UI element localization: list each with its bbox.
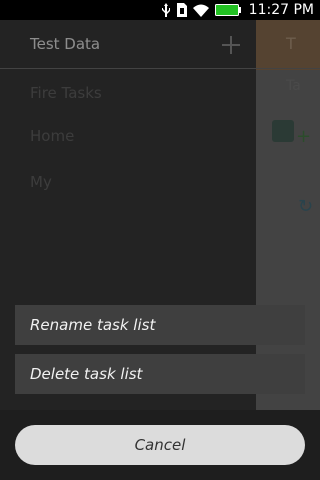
wifi-icon xyxy=(192,4,209,17)
cancel-area: Cancel xyxy=(0,410,320,480)
status-bar: 11:27 PM xyxy=(0,0,320,20)
sim-icon xyxy=(176,3,187,17)
clock: 11:27 PM xyxy=(248,2,314,18)
rename-task-list-button[interactable]: Rename task list xyxy=(15,305,305,345)
cancel-button[interactable]: Cancel xyxy=(15,425,305,465)
battery-icon xyxy=(214,4,241,16)
action-menu: Rename task list Delete task list Cancel xyxy=(0,20,320,480)
delete-task-list-button[interactable]: Delete task list xyxy=(15,354,305,394)
usb-icon xyxy=(161,3,171,17)
